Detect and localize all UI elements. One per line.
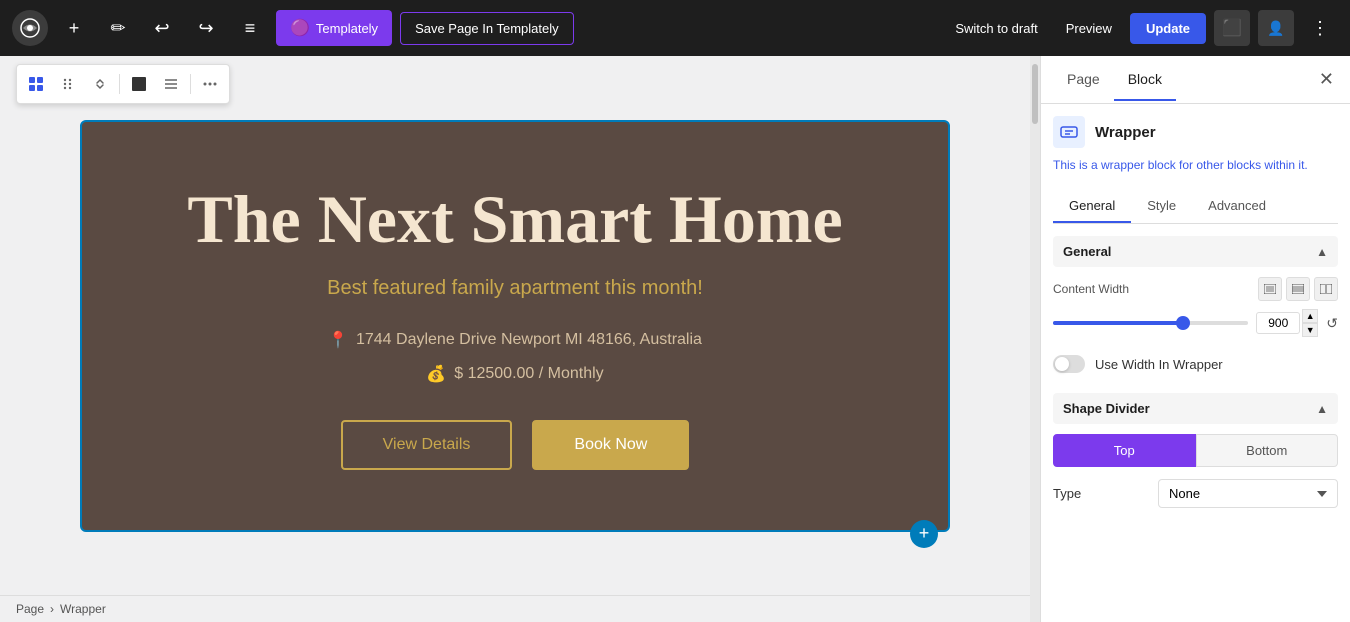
breadcrumb: Page › Wrapper (0, 595, 1030, 622)
main-area: The Next Smart Home Best featured family… (0, 56, 1350, 622)
shape-divider-chevron-icon: ▲ (1316, 402, 1328, 416)
panel-close-button[interactable]: ✕ (1315, 65, 1338, 94)
cw-icon-1[interactable] (1258, 277, 1282, 301)
cw-icon-3[interactable] (1314, 277, 1338, 301)
tab-page[interactable]: Page (1053, 59, 1114, 101)
add-block-button[interactable]: + (910, 520, 938, 548)
view-details-button[interactable]: View Details (341, 420, 513, 470)
breadcrumb-page: Page (16, 602, 44, 616)
shape-bottom-tab[interactable]: Bottom (1196, 434, 1339, 467)
use-width-toggle[interactable] (1053, 355, 1085, 373)
block-toolbar (16, 64, 230, 104)
slider-row: ▲ ▼ ↺ (1053, 309, 1338, 337)
slider-stepper: ▲ ▼ (1302, 309, 1318, 337)
panel-content: Wrapper This is a wrapper block for othe… (1041, 104, 1350, 622)
slider-track[interactable] (1053, 321, 1248, 325)
slider-fill (1053, 321, 1180, 325)
main-heading: The Next Smart Home (122, 182, 908, 257)
shape-tabs: Top Bottom (1053, 434, 1338, 467)
content-width-label: Content Width (1053, 277, 1338, 301)
button-row: View Details Book Now (122, 420, 908, 470)
preview-button[interactable]: Preview (1056, 13, 1122, 44)
slider-increment-button[interactable]: ▲ (1302, 309, 1318, 323)
redo-button[interactable]: ↪ (188, 10, 224, 46)
shape-divider-header[interactable]: Shape Divider ▲ (1053, 393, 1338, 424)
chevron-up-icon: ▲ (1316, 245, 1328, 259)
use-width-toggle-row: Use Width In Wrapper (1053, 351, 1338, 377)
sub-tab-general[interactable]: General (1053, 190, 1131, 223)
sub-tabs: General Style Advanced (1053, 190, 1338, 224)
wrapper-header: Wrapper (1053, 116, 1338, 148)
sub-tab-advanced[interactable]: Advanced (1192, 190, 1282, 223)
up-down-button[interactable] (85, 69, 115, 99)
price-icon: 💰 (426, 364, 446, 384)
location-text: 1744 Daylene Drive Newport MI 48166, Aus… (356, 331, 702, 349)
sidebar-toggle-button[interactable]: ⬛ (1214, 10, 1250, 46)
switch-to-draft-button[interactable]: Switch to draft (945, 13, 1047, 44)
slider-value-input[interactable] (1256, 312, 1300, 334)
type-row: Type None Triangle Curve Wave Arrow (1053, 479, 1338, 508)
content-width-row: Content Width (1053, 277, 1338, 337)
toolbar-divider (119, 74, 120, 94)
content-block: The Next Smart Home Best featured family… (80, 120, 950, 532)
book-now-button[interactable]: Book Now (532, 420, 689, 470)
more-options-button[interactable]: ⋮ (1302, 10, 1338, 46)
block-square-button[interactable] (124, 69, 154, 99)
canvas-scrollbar[interactable] (1030, 56, 1040, 622)
type-select[interactable]: None Triangle Curve Wave Arrow (1158, 479, 1338, 508)
general-section-header[interactable]: General ▲ (1053, 236, 1338, 267)
save-page-templately-button[interactable]: Save Page In Templately (400, 12, 574, 45)
list-view-button[interactable]: ≡ (232, 10, 268, 46)
location-icon: 📍 (328, 330, 348, 350)
shape-divider-title: Shape Divider (1063, 401, 1150, 416)
shape-divider-section: Shape Divider ▲ Top Bottom Type None Tri… (1053, 393, 1338, 508)
cw-icon-2[interactable] (1286, 277, 1310, 301)
top-toolbar: + ✏ ↩ ↪ ≡ 🟣 Templately Save Page In Temp… (0, 0, 1350, 56)
user-icon-button[interactable]: 👤 (1258, 10, 1294, 46)
block-type-button[interactable] (21, 69, 51, 99)
shape-top-tab[interactable]: Top (1053, 434, 1196, 467)
sub-heading: Best featured family apartment this mont… (122, 277, 908, 300)
use-width-label: Use Width In Wrapper (1095, 357, 1223, 372)
slider-thumb[interactable] (1176, 316, 1190, 330)
slider-decrement-button[interactable]: ▼ (1302, 323, 1318, 337)
wrapper-description: This is a wrapper block for other blocks… (1053, 156, 1338, 174)
breadcrumb-separator: › (50, 602, 54, 616)
templately-icon: 🟣 (290, 18, 310, 38)
panel-header: Page Block ✕ (1041, 56, 1350, 104)
tab-block[interactable]: Block (1114, 59, 1176, 101)
slider-value-box: ▲ ▼ (1256, 309, 1318, 337)
canvas-scrollbar-thumb (1032, 64, 1038, 124)
wrapper-icon (1053, 116, 1085, 148)
more-block-options-button[interactable] (195, 69, 225, 99)
templately-button[interactable]: 🟣 Templately (276, 10, 392, 46)
reset-button[interactable]: ↺ (1326, 315, 1338, 332)
general-section-title: General (1063, 244, 1111, 259)
undo-button[interactable]: ↩ (144, 10, 180, 46)
price-row: 💰 $ 12500.00 / Monthly (122, 364, 908, 384)
content-width-icons (1258, 277, 1338, 301)
toolbar-divider-2 (190, 74, 191, 94)
wrapper-title: Wrapper (1095, 124, 1156, 141)
update-button[interactable]: Update (1130, 13, 1206, 44)
drag-handle-button[interactable] (53, 69, 83, 99)
wp-logo[interactable] (12, 10, 48, 46)
location-row: 📍 1744 Daylene Drive Newport MI 48166, A… (122, 330, 908, 350)
sub-tab-style[interactable]: Style (1131, 190, 1192, 223)
price-text: $ 12500.00 / Monthly (454, 365, 603, 383)
pen-button[interactable]: ✏ (100, 10, 136, 46)
right-panel: Page Block ✕ Wrapper This is a wrapper b… (1040, 56, 1350, 622)
type-label: Type (1053, 486, 1081, 501)
add-block-button[interactable]: + (56, 10, 92, 46)
breadcrumb-wrapper: Wrapper (60, 602, 106, 616)
toggle-knob (1055, 357, 1069, 371)
canvas-area: The Next Smart Home Best featured family… (0, 56, 1030, 622)
align-button[interactable] (156, 69, 186, 99)
